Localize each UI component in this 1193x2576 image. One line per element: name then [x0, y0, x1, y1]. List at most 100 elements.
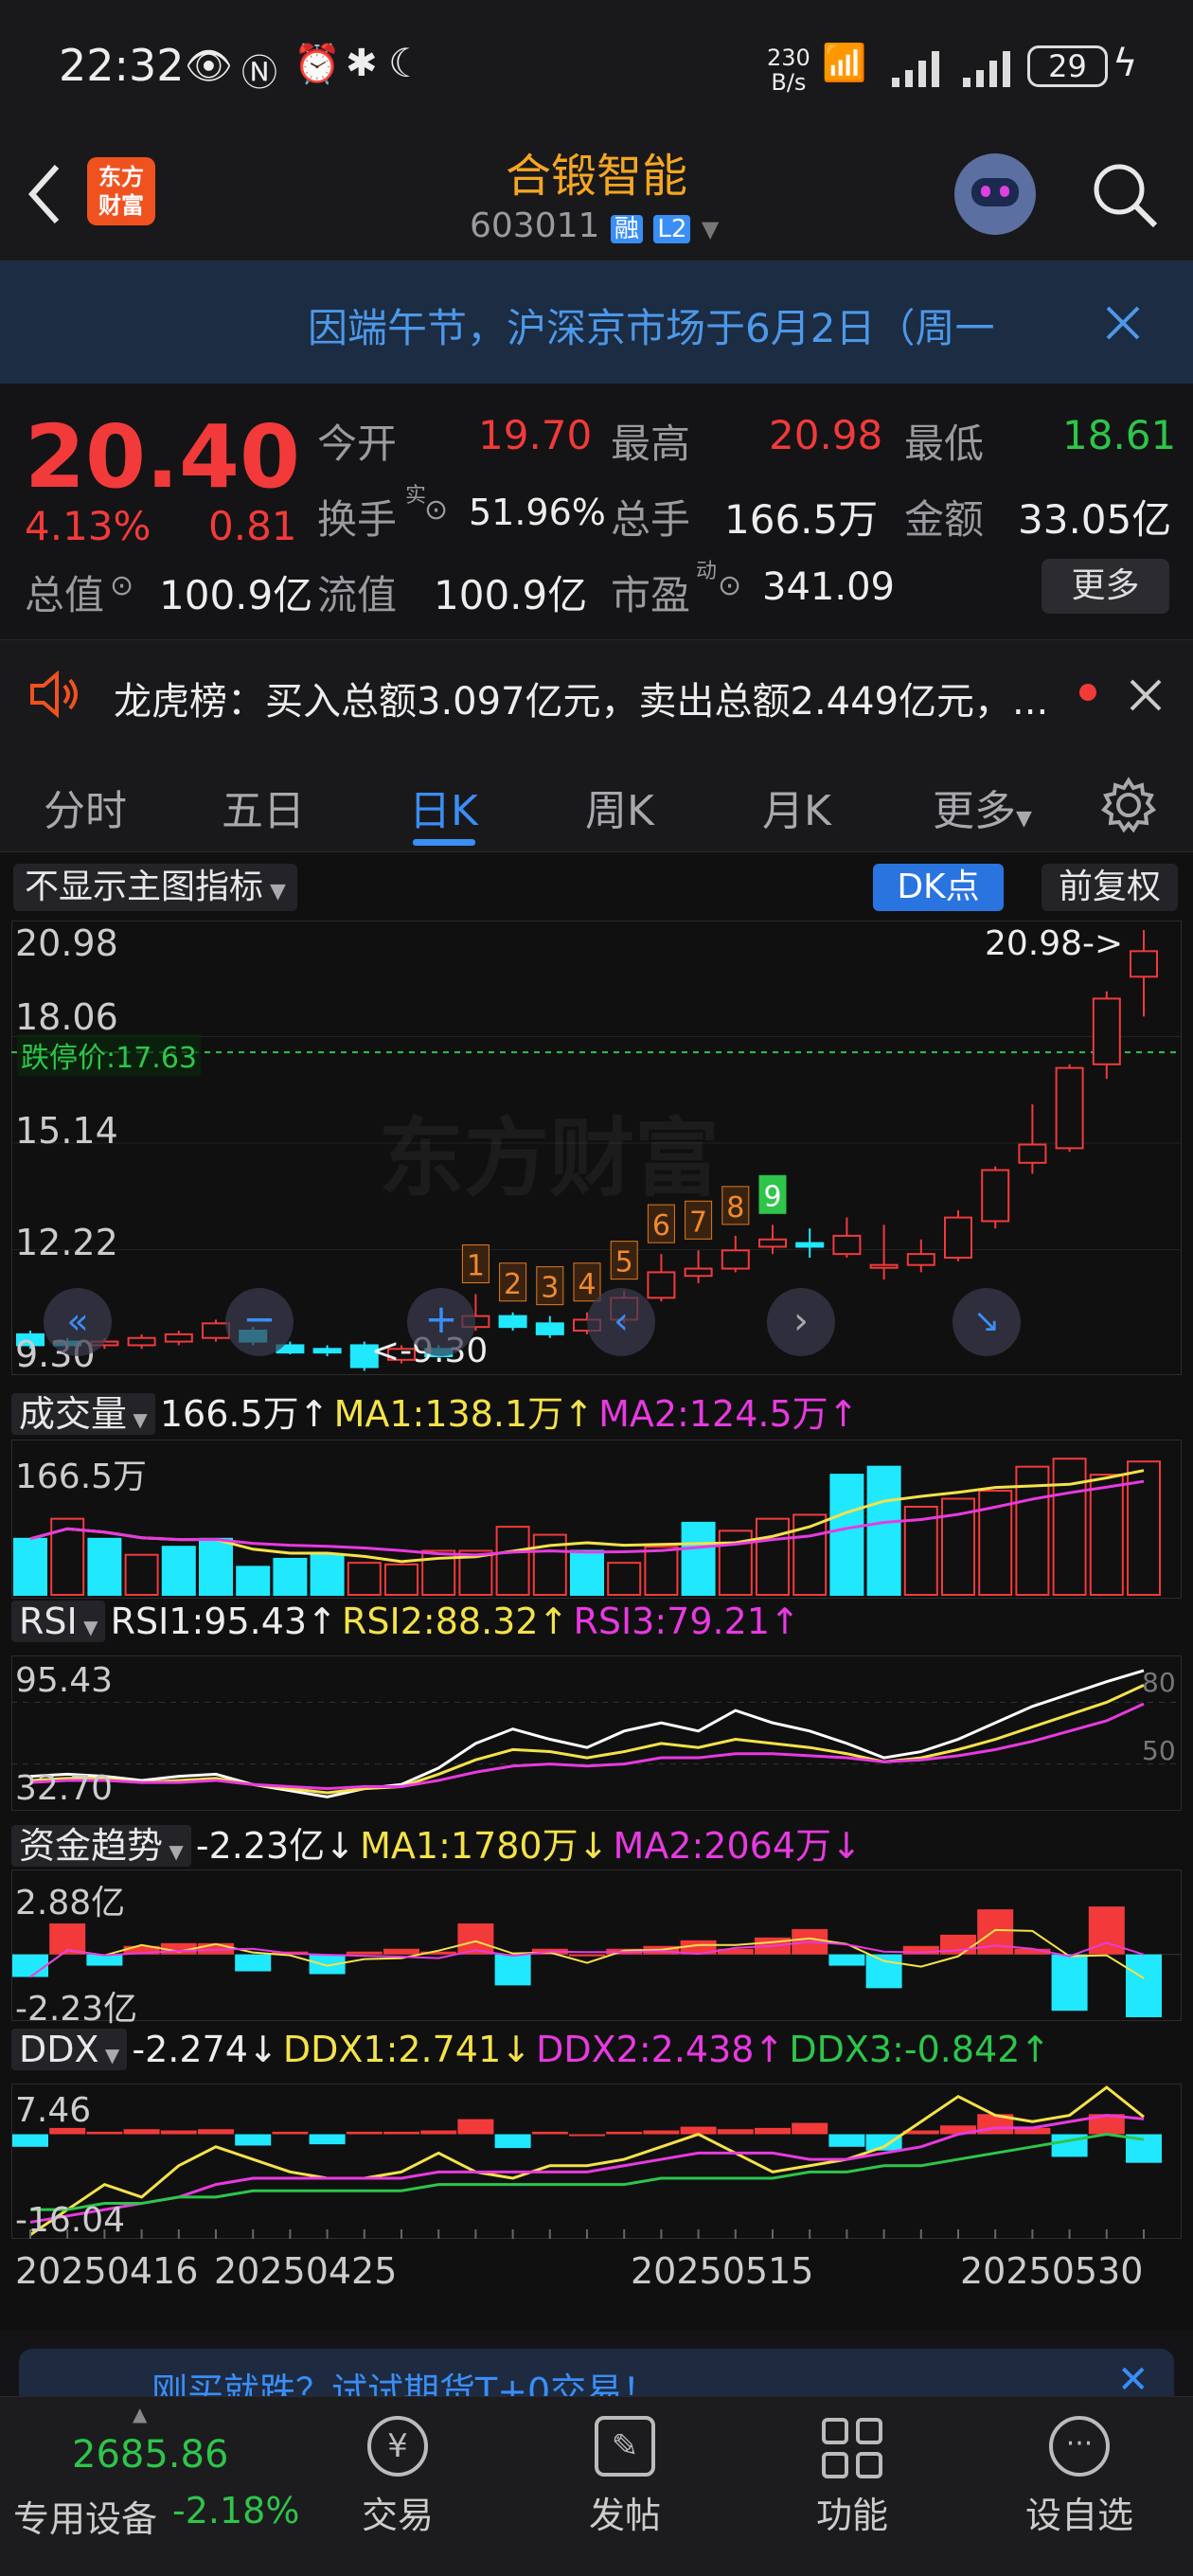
- low-label: 最低: [904, 420, 985, 467]
- caret-down-icon-7: ▼: [98, 2044, 120, 2066]
- fund-ma1: MA1:1780万↓: [360, 1825, 609, 1867]
- tab-monthly-k[interactable]: 月K: [762, 777, 831, 837]
- scroll-left-icon[interactable]: ‹: [587, 1288, 655, 1356]
- rsi-chart[interactable]: [11, 1655, 1182, 1811]
- edit-icon: ✎: [595, 2416, 655, 2477]
- net-speed-unit: B/s: [771, 69, 807, 96]
- info-icon-3[interactable]: ⊙: [718, 569, 741, 602]
- ddx-bar: [123, 2129, 160, 2135]
- info-icon-2[interactable]: ⊙: [110, 569, 134, 602]
- candle-body: [164, 1333, 193, 1343]
- change-pct: 4.13%: [25, 503, 151, 549]
- open-value: 19.70: [478, 412, 593, 458]
- tab-five-day[interactable]: 五日: [222, 777, 305, 837]
- y-label-4: 12.22: [15, 1222, 118, 1263]
- settings-gear-icon[interactable]: [1100, 777, 1157, 833]
- watchlist-nav-item[interactable]: ··· 设自选: [1013, 2406, 1146, 2567]
- fund-trend-chart[interactable]: [11, 1869, 1182, 2021]
- l2-badge: L2: [653, 215, 691, 243]
- candle-body: [684, 1267, 713, 1278]
- alarm-icon: ⏰: [294, 43, 341, 86]
- rsi2-value: RSI2:88.32↑: [342, 1601, 569, 1642]
- rsi-80-label: 80: [1142, 1667, 1176, 1698]
- dragon-tiger-list-bar[interactable]: 龙虎榜：买入总额3.097亿元，卖出总额2.449亿元，...: [0, 639, 1193, 748]
- y-label-3: 15.14: [15, 1110, 118, 1152]
- y-label-top: 20.98: [15, 922, 118, 964]
- charging-icon: ϟ: [1113, 42, 1138, 85]
- volume-chart[interactable]: [11, 1440, 1182, 1599]
- scroll-right-icon[interactable]: ›: [767, 1288, 835, 1356]
- main-indicator-select[interactable]: 不显示主图指标 ▼: [13, 864, 297, 911]
- rsi-50-label: 50: [1142, 1735, 1176, 1766]
- tab-more-label: 更多: [933, 787, 1016, 835]
- tab-more[interactable]: 更多▼: [933, 777, 1032, 837]
- amount-label: 金额: [904, 496, 985, 543]
- tab-weekly-k[interactable]: 周K: [585, 777, 654, 837]
- lhb-text: 龙虎榜：买入总额3.097亿元，卖出总额2.449亿元，...: [114, 680, 1049, 724]
- rsi-top-label: 95.43: [15, 1661, 114, 1700]
- kline-chart-area[interactable]: 不显示主图指标 ▼ DK点 前复权 123456789 20.98 18.06 …: [0, 852, 1193, 2330]
- ddx-bar: [531, 2131, 568, 2135]
- candle-body: [127, 1336, 156, 1347]
- candle-body: [498, 1315, 527, 1329]
- ddx-bar: [346, 2131, 383, 2135]
- ddx-top-label: 7.46: [15, 2091, 92, 2130]
- pe-label: 市盈: [611, 572, 691, 618]
- trade-nav-item[interactable]: ¥ 交易: [331, 2406, 464, 2567]
- signal-icon: [892, 51, 939, 87]
- high-value: 20.98: [769, 412, 883, 458]
- high-label: 最高: [611, 420, 691, 467]
- volume-bar: [199, 1537, 233, 1597]
- ddx-select[interactable]: DDX ▼: [11, 2029, 128, 2070]
- notice-text: 因端午节，沪深京市场于6月2日（周一: [308, 305, 995, 351]
- count-signal-label: 5: [615, 1246, 633, 1279]
- volume-ma1-line: [29, 1469, 1145, 1564]
- fund-bar: [569, 1954, 605, 1957]
- volume-bar: [87, 1537, 122, 1597]
- post-nav-item[interactable]: ✎ 发帖: [559, 2406, 691, 2567]
- dk-point-button[interactable]: DK点: [873, 864, 1004, 911]
- more-dots-icon: ···: [1049, 2416, 1110, 2477]
- fund-select-label: 资金趋势: [19, 1825, 164, 1867]
- candle-body: [795, 1242, 825, 1248]
- close-icon-2[interactable]: [1129, 678, 1163, 712]
- ddx-chart[interactable]: [11, 2084, 1182, 2239]
- volume-select[interactable]: 成交量 ▼: [11, 1393, 155, 1435]
- yuan-icon: ¥: [367, 2416, 428, 2477]
- scroll-start-icon[interactable]: «: [44, 1288, 112, 1356]
- fund-bar: [1051, 1954, 1088, 2012]
- scroll-end-icon[interactable]: ↘: [953, 1288, 1021, 1356]
- ddx-bar: [235, 2134, 272, 2146]
- stock-code-row[interactable]: 603011 融 L2 ▼: [470, 206, 719, 245]
- search-icon[interactable]: [1089, 159, 1161, 231]
- zoom-out-icon[interactable]: −: [225, 1288, 294, 1356]
- rsi-select[interactable]: RSI ▼: [11, 1601, 106, 1642]
- zoom-in-icon[interactable]: +: [407, 1288, 475, 1356]
- rsi1-value: RSI1:95.43↑: [110, 1601, 337, 1642]
- unread-dot: [1079, 684, 1096, 701]
- limit-down-label: 跌停价:17.63: [17, 1034, 201, 1076]
- ddx-bar: [755, 2127, 791, 2135]
- tab-daily-k[interactable]: 日K: [409, 777, 478, 837]
- price-adjust-button[interactable]: 前复权: [1042, 864, 1178, 911]
- bluetooth-icon: ✱: [346, 42, 378, 85]
- tab-minute[interactable]: 分时: [44, 777, 127, 837]
- ddx-select-label: DDX: [19, 2029, 99, 2070]
- close-icon[interactable]: [1104, 304, 1142, 342]
- x-label-3: 20250515: [631, 2250, 814, 2292]
- robot-assistant-icon[interactable]: [954, 153, 1036, 235]
- ddx-bar: [272, 2131, 309, 2135]
- features-label: 功能: [815, 2495, 888, 2536]
- features-nav-item[interactable]: 功能: [786, 2406, 918, 2567]
- watermark: 东方财富: [379, 1109, 720, 1208]
- volume-bar: [866, 1465, 901, 1596]
- fund-select[interactable]: 资金趋势 ▼: [11, 1825, 191, 1867]
- x-label-1: 20250416: [15, 2250, 199, 2292]
- sector-change: -2.18%: [172, 2490, 300, 2531]
- sector-index[interactable]: ▲ 2685.86 专用设备 -2.18%: [0, 2397, 303, 2576]
- rsi-bottom-label: 32.70: [15, 1769, 114, 1808]
- more-button[interactable]: 更多: [1042, 559, 1169, 614]
- holiday-notice-banner[interactable]: 因端午节，沪深京市场于6月2日（周一: [0, 260, 1193, 384]
- float-value: 100.9亿: [434, 572, 588, 618]
- info-icon[interactable]: ⊙: [424, 493, 448, 527]
